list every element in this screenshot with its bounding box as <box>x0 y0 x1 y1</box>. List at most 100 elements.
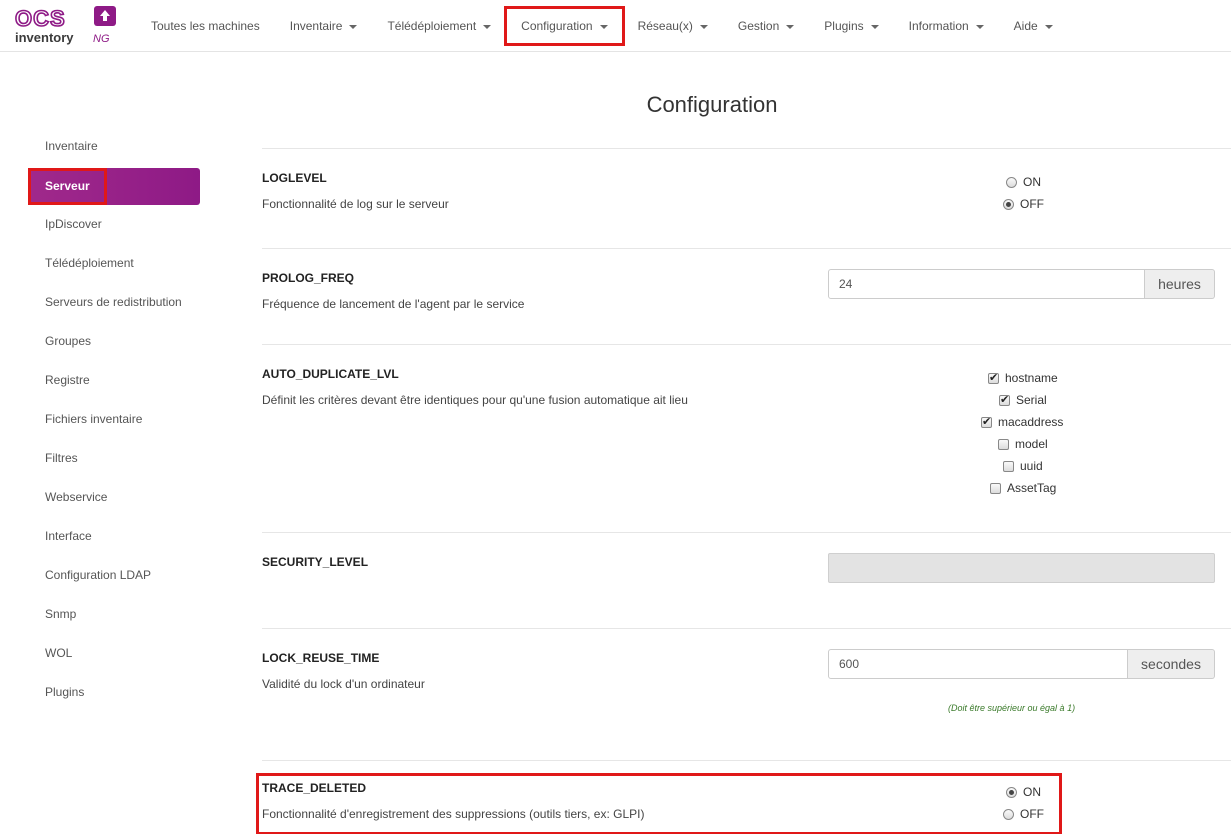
setting-label: SECURITY_LEVEL <box>262 555 369 569</box>
radio-button[interactable] <box>1006 176 1017 188</box>
sidebar-item-serveur[interactable]: Serveur <box>28 168 200 205</box>
nav-configuration[interactable]: Configuration <box>504 0 625 52</box>
sidebar-item-label: WOL <box>45 646 73 660</box>
lock-reuse-time-input[interactable]: 600 <box>828 649 1128 679</box>
auto-duplicate-serial-checkbox[interactable]: Serial <box>999 393 1047 407</box>
checkbox[interactable] <box>1003 460 1014 472</box>
sidebar-item-label: IpDiscover <box>45 217 102 231</box>
setting-auto-duplicate-lvl: AUTO_DUPLICATE_LVL Définit les critères … <box>262 344 1231 532</box>
highlight-box <box>28 168 107 205</box>
sidebar-item-label: Serveurs de redistribution <box>45 295 182 309</box>
sidebar-item-label: Plugins <box>45 685 85 699</box>
setting-loglevel: LOGLEVEL Fonctionnalité de log sur le se… <box>262 148 1231 248</box>
top-navbar: OCS inventory NG Toutes les machines Inv… <box>0 0 1231 52</box>
nav-gestion[interactable]: Gestion <box>723 0 809 52</box>
checkbox[interactable] <box>998 438 1009 450</box>
nav-label: Toutes les machines <box>151 19 260 33</box>
nav-plugins[interactable]: Plugins <box>809 0 893 52</box>
checkbox-label: hostname <box>1005 371 1058 385</box>
sidebar-item-label: Groupes <box>45 334 92 348</box>
sidebar-item-groupes[interactable]: Groupes <box>28 323 200 362</box>
sidebar-item-snmp[interactable]: Snmp <box>28 596 200 635</box>
page-title: Configuration <box>646 92 778 117</box>
nav-information[interactable]: Information <box>894 0 999 52</box>
radio-button[interactable] <box>1003 198 1014 210</box>
security-level-select[interactable] <box>828 553 1215 583</box>
prolog-freq-input-group: 24 heures <box>828 269 1215 299</box>
nav-aide[interactable]: Aide <box>999 0 1068 52</box>
setting-lock-reuse-time: LOCK_REUSE_TIME Validité du lock d'un or… <box>262 628 1231 760</box>
sidebar-item-label: Fichiers inventaire <box>45 412 143 426</box>
nav-teledeploiement[interactable]: Télédéploiement <box>372 0 506 52</box>
checkbox[interactable] <box>981 415 992 428</box>
sidebar-item-inventaire[interactable]: Inventaire <box>28 128 200 167</box>
config-sidebar: Inventaire Serveur IpDiscover Télédéploi… <box>28 128 200 713</box>
nav-label: Réseau(x) <box>637 19 693 33</box>
sidebar-item-label: Webservice <box>45 490 108 504</box>
lock-reuse-time-unit: secondes <box>1128 649 1215 679</box>
caret-down-icon <box>870 24 879 29</box>
sidebar-item-label: Registre <box>45 373 90 387</box>
highlight-box <box>256 773 1062 834</box>
caret-down-icon <box>483 24 492 29</box>
nav-inventaire[interactable]: Inventaire <box>275 0 373 52</box>
nav-label: Information <box>908 19 969 33</box>
sidebar-item-filtres[interactable]: Filtres <box>28 440 200 479</box>
loglevel-off-radio[interactable]: OFF <box>1003 197 1044 211</box>
auto-duplicate-macaddress-checkbox[interactable]: macaddress <box>981 415 1063 429</box>
settings-list: LOGLEVEL Fonctionnalité de log sur le se… <box>256 148 1231 834</box>
setting-security-level: SECURITY_LEVEL <box>262 532 1231 628</box>
loglevel-on-radio[interactable]: ON <box>1006 175 1041 189</box>
caret-down-icon <box>975 24 984 29</box>
checkbox[interactable] <box>999 393 1010 406</box>
lock-reuse-time-hint: (Doit être supérieur ou égal à 1) <box>948 703 1076 713</box>
setting-description: Définit les critères devant être identiq… <box>262 393 688 407</box>
nav-toutes-machines[interactable]: Toutes les machines <box>136 0 275 52</box>
sidebar-item-configuration-ldap[interactable]: Configuration LDAP <box>28 557 200 596</box>
sidebar-item-label: Configuration LDAP <box>45 568 152 582</box>
setting-trace-deleted: TRACE_DELETED Fonctionnalité d'enregistr… <box>256 760 1231 834</box>
sidebar-item-label: Inventaire <box>45 139 98 153</box>
sidebar-item-registre[interactable]: Registre <box>28 362 200 401</box>
setting-label: PROLOG_FREQ <box>262 271 355 285</box>
checkbox-label: uuid <box>1020 459 1043 473</box>
caret-down-icon <box>1044 24 1053 29</box>
sidebar-item-plugins[interactable]: Plugins <box>28 674 200 713</box>
main-menu: Toutes les machines Inventaire Télédéplo… <box>136 0 1068 52</box>
auto-duplicate-hostname-checkbox[interactable]: hostname <box>988 371 1058 385</box>
checkbox-label: Serial <box>1016 393 1047 407</box>
caret-down-icon <box>699 24 708 29</box>
checkbox[interactable] <box>990 482 1001 494</box>
prolog-freq-input[interactable]: 24 <box>828 269 1145 299</box>
setting-label: LOGLEVEL <box>262 171 327 185</box>
radio-label: ON <box>1023 175 1041 189</box>
prolog-freq-unit: heures <box>1145 269 1215 299</box>
auto-duplicate-uuid-checkbox[interactable]: uuid <box>1003 459 1043 473</box>
sidebar-item-interface[interactable]: Interface <box>28 518 200 557</box>
checkbox[interactable] <box>988 371 999 384</box>
highlight-box <box>504 6 625 46</box>
auto-duplicate-model-checkbox[interactable]: model <box>998 437 1048 451</box>
radio-label: OFF <box>1020 197 1044 211</box>
sidebar-item-serveurs-redistribution[interactable]: Serveurs de redistribution <box>28 284 200 323</box>
sidebar-item-label: Snmp <box>45 607 77 621</box>
sidebar-item-webservice[interactable]: Webservice <box>28 479 200 518</box>
nav-reseaux[interactable]: Réseau(x) <box>623 0 723 52</box>
ocs-logo[interactable]: OCS inventory NG <box>14 5 120 45</box>
sidebar-item-wol[interactable]: WOL <box>28 635 200 674</box>
sidebar-item-fichiers-inventaire[interactable]: Fichiers inventaire <box>28 401 200 440</box>
setting-label: AUTO_DUPLICATE_LVL <box>262 367 399 381</box>
checkbox-label: AssetTag <box>1007 481 1057 495</box>
logo-inventory-text: inventory <box>15 30 74 45</box>
sidebar-item-label: Interface <box>45 529 92 543</box>
logo-ocs-text: OCS <box>15 6 66 31</box>
setting-description: Fonctionnalité de log sur le serveur <box>262 197 449 211</box>
sidebar-item-ipdiscover[interactable]: IpDiscover <box>28 206 200 245</box>
sidebar-item-teledeploiement[interactable]: Télédéploiement <box>28 245 200 284</box>
sidebar-item-label: Télédéploiement <box>45 256 134 270</box>
auto-duplicate-assettag-checkbox[interactable]: AssetTag <box>990 481 1056 495</box>
checkbox-label: macaddress <box>998 415 1064 429</box>
sidebar-item-label: Filtres <box>45 451 78 465</box>
caret-down-icon <box>786 24 795 29</box>
nav-label: Plugins <box>824 19 864 33</box>
